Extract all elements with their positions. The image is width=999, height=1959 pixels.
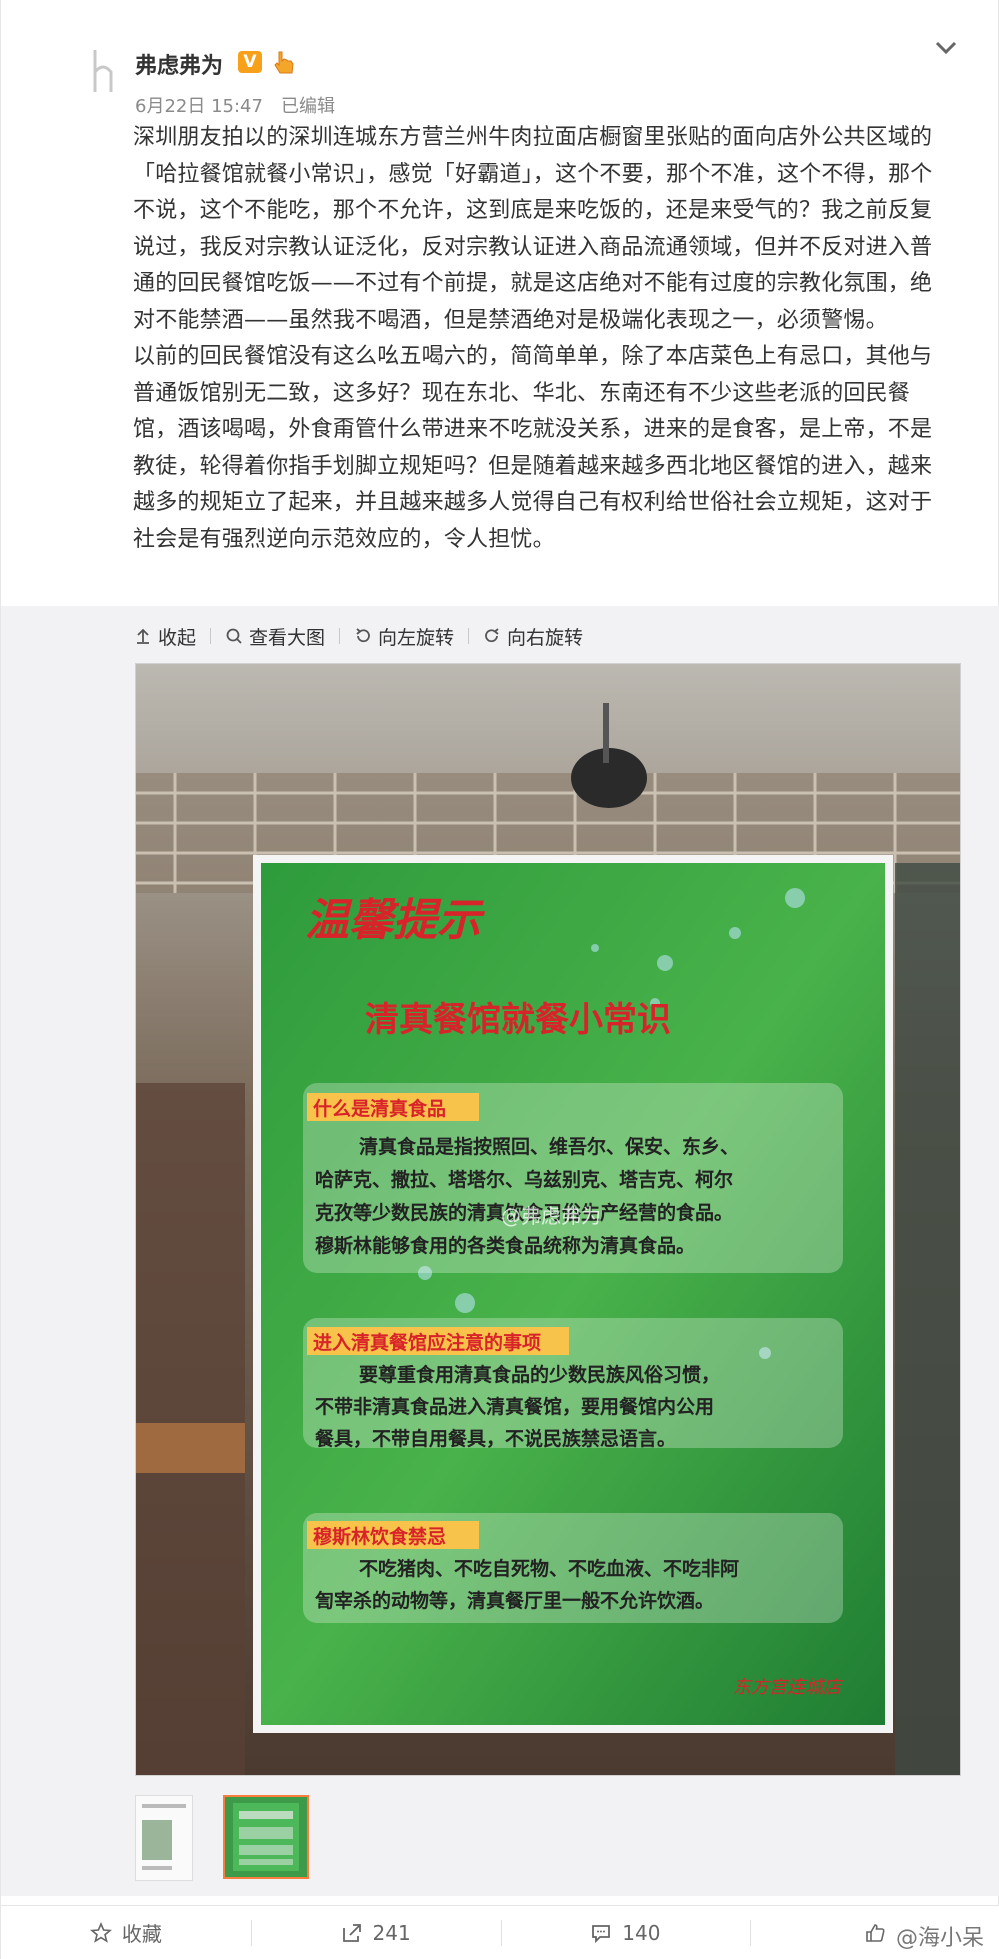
poster-section-heading: 进入清真餐馆应注意的事项 — [313, 1331, 541, 1354]
thumbs-up-icon — [866, 1923, 885, 1942]
poster-line: 哈萨克、撒拉、塔塔尔、乌兹别克、塔吉克、柯尔 — [315, 1168, 733, 1191]
divider — [468, 628, 470, 644]
poster-section-heading: 什么是清真食品 — [313, 1097, 446, 1120]
post-paragraph: 以前的回民餐馆没有这么吆五喝六的，简简单单，除了本店菜色上有忌口，其他与普通饭馆… — [133, 344, 933, 552]
username[interactable]: 弗虑弗为 — [135, 48, 223, 80]
favorite-label: 收藏 — [121, 1922, 162, 1946]
poster-title: 清真餐馆就餐小常识 — [365, 1000, 671, 1040]
divider — [210, 628, 212, 644]
share-icon — [342, 1923, 361, 1942]
poster-banner: 温馨提示 — [305, 895, 486, 946]
thumbnail-2-image — [225, 1797, 307, 1877]
avatar[interactable] — [87, 46, 121, 96]
repost-count: 241 — [372, 1920, 411, 1945]
poster-section-heading: 穆斯林饮食禁忌 — [313, 1525, 446, 1548]
poster-line: 不吃猪肉、不吃自死物、不吃血液、不吃非阿 — [359, 1557, 739, 1580]
divider — [339, 628, 341, 644]
poster-line: 要尊重食用清真食品的少数民族风俗习惯， — [359, 1363, 720, 1386]
thumbnail-strip — [135, 1795, 309, 1881]
star-icon — [89, 1921, 112, 1943]
bottom-watermark: @海小呆 — [895, 1926, 984, 1951]
rotate-right-button[interactable]: 向右旋转 — [483, 623, 583, 650]
collapse-button[interactable]: 收起 — [134, 623, 196, 650]
comment-icon — [592, 1924, 611, 1943]
post-content: 深圳朋友拍以的深圳连城东方营兰州牛肉拉面店橱窗里张贴的面向店外公共区域的「哈拉餐… — [133, 120, 953, 558]
verified-badge-icon: V — [238, 51, 262, 73]
post-paragraph: 深圳朋友拍以的深圳连城东方营兰州牛肉拉面店橱窗里张贴的面向店外公共区域的「哈拉餐… — [133, 125, 933, 333]
member-hand-icon[interactable] — [270, 49, 296, 77]
poster-line: 穆斯林能够食用的各类食品统称为清真食品。 — [315, 1234, 695, 1257]
comment-button[interactable]: 140 — [500, 1906, 751, 1959]
image-watermark: @弗虑弗为 — [501, 1204, 601, 1228]
image-toolbar: 收起 查看大图 向左旋转 向右旋转 — [134, 620, 583, 652]
comment-count: 140 — [622, 1920, 661, 1945]
collapse-label: 收起 — [158, 626, 197, 649]
rotate-right-label: 向右旋转 — [507, 626, 584, 649]
action-bar: 收藏 241 140 — [1, 1905, 999, 1959]
poster-footer: 东方宫连城店 — [733, 1677, 844, 1698]
rotate-right-icon — [485, 628, 499, 643]
post-photo[interactable]: 温馨提示 清真餐馆就餐小常识 什么是清真食品 清真食品是指按照回、维吾尔、保安、… — [135, 663, 961, 1776]
poster-line: 清真食品是指按照回、维吾尔、保安、东乡、 — [359, 1135, 739, 1158]
favorite-button[interactable]: 收藏 — [1, 1906, 251, 1959]
view-large-button[interactable]: 查看大图 — [225, 623, 325, 650]
poster-line: 訇宰杀的动物等，清真餐厅里一般不允许饮酒。 — [314, 1589, 714, 1612]
thumbnail-2-selected[interactable] — [223, 1795, 309, 1879]
rotate-left-label: 向左旋转 — [378, 626, 455, 649]
repost-button[interactable]: 241 — [250, 1906, 501, 1959]
poster-line: 餐具，不带自用餐具，不说民族禁忌语言。 — [315, 1427, 676, 1450]
chevron-down-icon[interactable] — [934, 40, 958, 56]
post-meta: 6月22日 15:47 已编辑 — [135, 92, 335, 118]
view-large-label: 查看大图 — [249, 626, 326, 649]
arrow-up-icon — [137, 628, 149, 644]
edited-label[interactable]: 已编辑 — [281, 96, 335, 117]
poster-line: 不带非清真食品进入清真餐馆，要用餐馆内公用 — [315, 1395, 714, 1418]
search-icon — [226, 628, 242, 644]
thumbnail-1[interactable] — [135, 1795, 193, 1881]
thumbnail-1-image — [142, 1804, 186, 1870]
photo-illustration: 温馨提示 清真餐馆就餐小常识 什么是清真食品 清真食品是指按照回、维吾尔、保安、… — [135, 663, 961, 1776]
post-date[interactable]: 6月22日 15:47 — [135, 96, 263, 117]
rotate-left-button[interactable]: 向左旋转 — [354, 623, 454, 650]
weibo-post-card: 弗虑弗为 V 6月22日 15:47 已编辑 深圳朋友拍以的深圳连城东方营兰州牛肉… — [0, 0, 999, 1959]
rotate-left-icon — [356, 628, 370, 643]
